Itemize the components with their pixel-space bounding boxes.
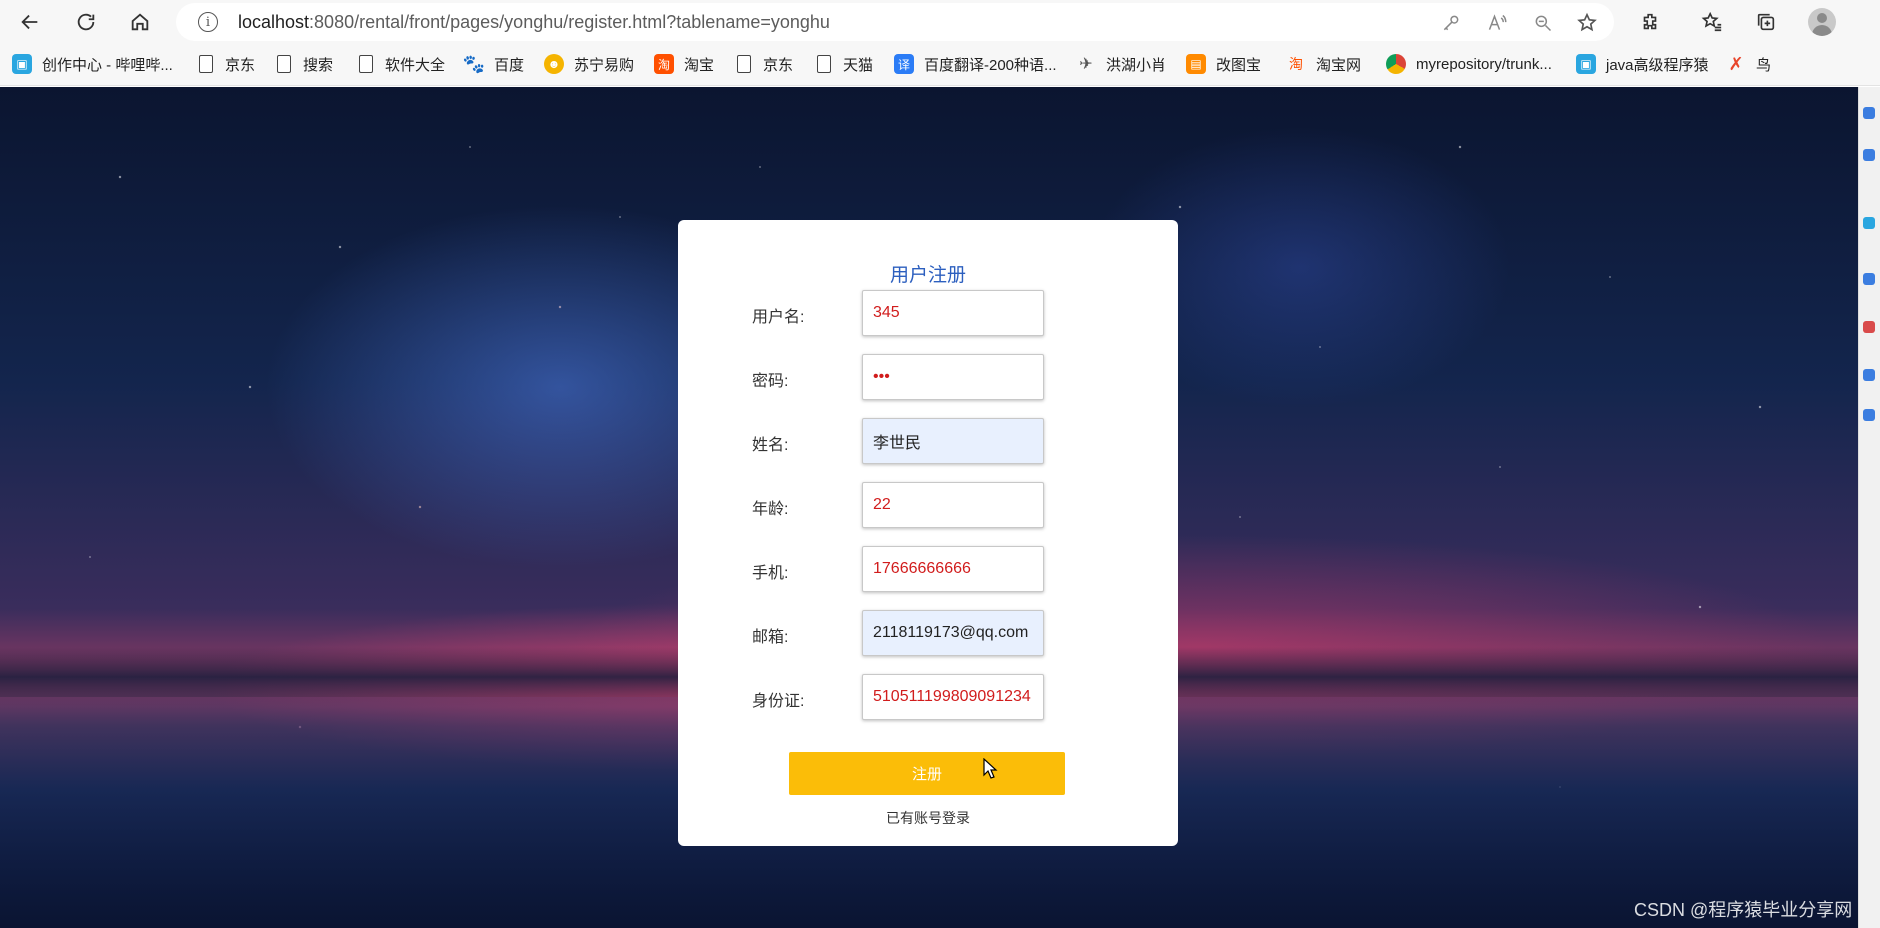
bookmark-item[interactable]: myrepository/trunk... <box>1386 50 1552 78</box>
page-icon <box>737 55 751 73</box>
username-label: 用户名: <box>752 309 805 326</box>
password-input[interactable] <box>862 354 1044 400</box>
bookmark-item[interactable]: ✈ 洪湖小肖 <box>1076 50 1166 78</box>
page-viewport: 用户注册 用户名: 密码: 姓名: 年龄: 手机: 邮箱: 身份证: <box>0 87 1858 928</box>
home-icon <box>131 13 149 31</box>
phone-input[interactable] <box>862 546 1044 592</box>
reload-button[interactable] <box>70 6 102 38</box>
csdn-watermark: CSDN @程序猿毕业分享网 <box>1634 900 1853 920</box>
baidu-translate-icon: 译 <box>894 54 914 74</box>
bookmark-item[interactable]: 京东 <box>196 50 255 78</box>
email-input[interactable] <box>862 610 1044 656</box>
add-favorite-icon[interactable] <box>1576 12 1598 34</box>
bookmark-item[interactable]: 天猫 <box>814 50 873 78</box>
page-icon <box>199 55 213 73</box>
password-label: 密码: <box>752 373 789 390</box>
profile-avatar[interactable] <box>1808 8 1836 36</box>
taobao-icon: 淘 <box>1289 56 1303 72</box>
age-label: 年龄: <box>752 501 789 518</box>
form-row-phone: 手机: <box>678 546 1178 592</box>
right-sidebar[interactable] <box>1858 87 1880 928</box>
gaitubao-icon: ▤ <box>1186 54 1206 74</box>
bookmark-item[interactable]: 淘 淘宝网 <box>1286 50 1361 78</box>
page-icon <box>817 55 831 73</box>
sidebar-app-icon[interactable] <box>1863 369 1875 381</box>
login-link[interactable]: 已有账号登录 <box>678 808 1178 828</box>
sidebar-app-icon[interactable] <box>1863 273 1875 285</box>
bird-icon: ✈ <box>1079 56 1093 73</box>
form-row-username: 用户名: <box>678 290 1178 336</box>
url-path: :8080/rental/front/pages/yonghu/register… <box>309 12 830 32</box>
favorites-icon[interactable] <box>1698 8 1726 36</box>
url-text[interactable]: localhost:8080/rental/front/pages/yonghu… <box>238 12 830 33</box>
mouse-cursor-icon <box>983 758 998 779</box>
age-input[interactable] <box>862 482 1044 528</box>
username-input[interactable] <box>862 290 1044 336</box>
bird-red-icon: ✗ <box>1728 53 1744 74</box>
back-button[interactable] <box>14 6 46 38</box>
bookmark-item[interactable]: ▣ java高级程序猿 <box>1576 50 1709 78</box>
id-card-input[interactable] <box>862 674 1044 720</box>
form-row-name: 姓名: <box>678 418 1178 464</box>
bookmark-item[interactable]: 搜索 <box>274 50 333 78</box>
site-info-icon[interactable]: i <box>198 12 218 32</box>
page-icon <box>359 55 373 73</box>
back-arrow-icon <box>21 14 38 30</box>
bookmark-item[interactable]: ✗ 鸟 <box>1726 50 1771 78</box>
bilibili-icon: ▣ <box>1576 54 1596 74</box>
extensions-icon[interactable] <box>1636 8 1664 36</box>
bookmark-item[interactable]: 淘 淘宝 <box>654 50 714 78</box>
phone-label: 手机: <box>752 565 789 582</box>
home-button[interactable] <box>124 6 156 38</box>
browser-chrome: i localhost:8080/rental/front/pages/yong… <box>0 0 1880 86</box>
bookmark-item[interactable]: ☻ 苏宁易购 <box>544 50 634 78</box>
sidebar-app-icon[interactable] <box>1863 149 1875 161</box>
register-button[interactable]: 注册 <box>789 752 1065 795</box>
form-row-email: 邮箱: <box>678 610 1178 656</box>
bookmark-item[interactable]: 京东 <box>734 50 793 78</box>
bilibili-icon: ▣ <box>12 54 32 74</box>
sidebar-app-icon[interactable] <box>1863 107 1875 119</box>
reload-icon <box>77 13 95 31</box>
email-label: 邮箱: <box>752 629 789 646</box>
baidu-paw-icon: 🐾 <box>462 53 486 74</box>
bookmarks-bar: ▣ 创作中心 - 哔哩哔... 京东 搜索 软件大全 🐾 百度 ☻ 苏宁易购 淘… <box>0 50 1880 78</box>
sidebar-app-icon[interactable] <box>1863 217 1875 229</box>
name-label: 姓名: <box>752 437 789 454</box>
id-card-label: 身份证: <box>752 693 805 710</box>
bookmark-item[interactable]: 软件大全 <box>356 50 445 78</box>
address-bar[interactable]: i localhost:8080/rental/front/pages/yong… <box>176 3 1614 41</box>
key-icon[interactable] <box>1440 12 1462 34</box>
bookmark-item[interactable]: ▣ 创作中心 - 哔哩哔... <box>12 50 173 78</box>
name-input[interactable] <box>862 418 1044 464</box>
page-title: 用户注册 <box>889 265 966 286</box>
zoom-out-icon[interactable] <box>1532 12 1554 34</box>
form-row-id-card: 身份证: <box>678 674 1178 720</box>
sidebar-app-icon[interactable] <box>1863 321 1875 333</box>
form-row-password: 密码: <box>678 354 1178 400</box>
chrome-icon <box>1386 54 1406 74</box>
bookmark-item[interactable]: ▤ 改图宝 <box>1186 50 1261 78</box>
bookmark-item[interactable]: 🐾 百度 <box>462 50 524 78</box>
page-icon <box>277 55 291 73</box>
suning-icon: ☻ <box>544 54 564 74</box>
read-aloud-icon[interactable] <box>1486 12 1508 34</box>
sidebar-app-icon[interactable] <box>1863 409 1875 421</box>
taobao-icon: 淘 <box>654 54 674 74</box>
url-host: localhost <box>238 12 310 32</box>
browser-toolbar: i localhost:8080/rental/front/pages/yong… <box>0 0 1880 44</box>
register-card: 用户注册 用户名: 密码: 姓名: 年龄: 手机: 邮箱: 身份证: <box>678 220 1178 846</box>
collections-icon[interactable] <box>1752 8 1780 36</box>
bookmark-item[interactable]: 译 百度翻译-200种语... <box>894 50 1057 78</box>
form-row-age: 年龄: <box>678 482 1178 528</box>
